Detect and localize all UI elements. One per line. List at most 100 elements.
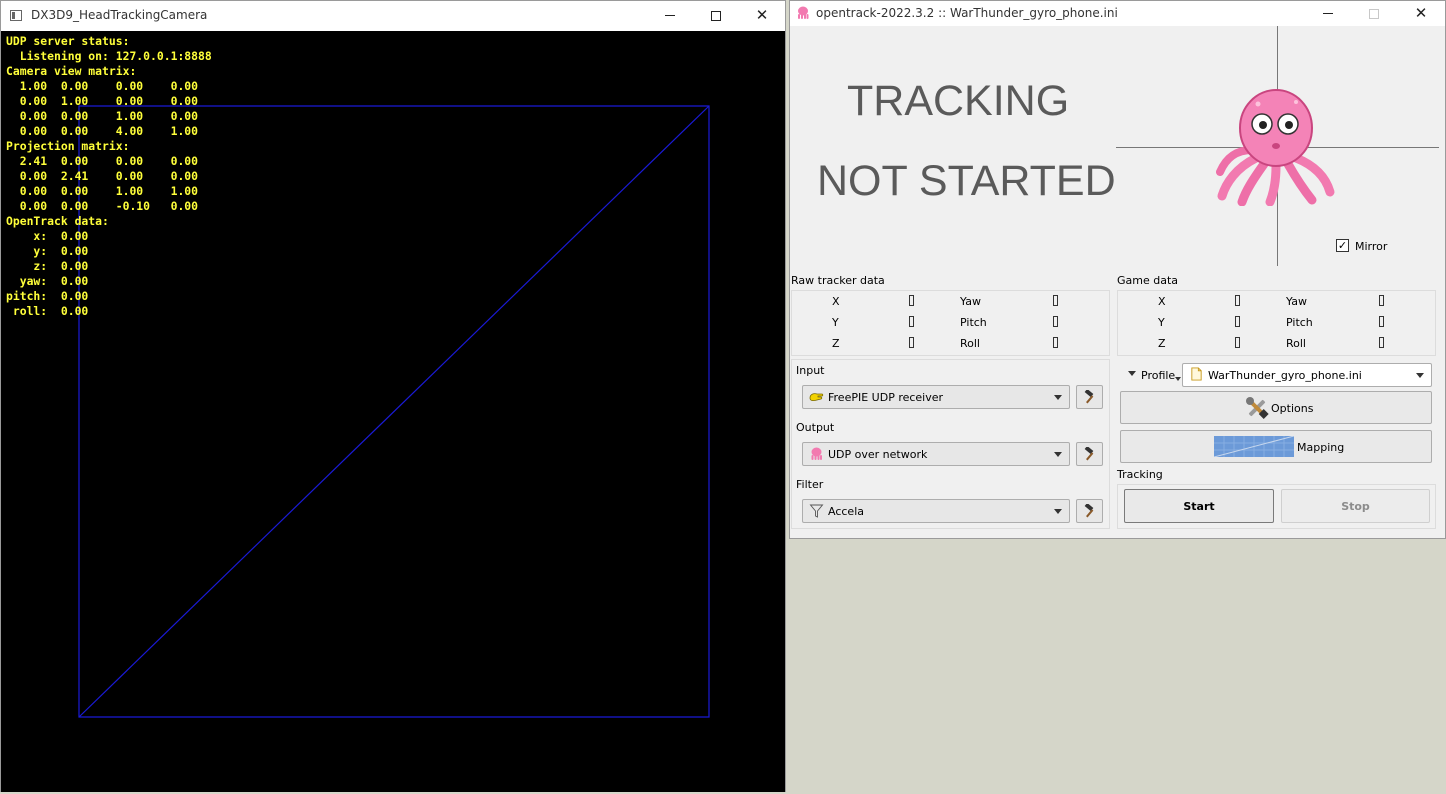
overlay-line: OpenTrack data: bbox=[6, 214, 109, 228]
start-button[interactable]: Start bbox=[1124, 489, 1274, 523]
chevron-down-icon bbox=[1416, 373, 1424, 378]
filter-settings-button[interactable] bbox=[1076, 499, 1103, 523]
raw-roll-label: Roll bbox=[960, 337, 980, 350]
maximize-button[interactable] bbox=[693, 1, 739, 31]
game-x-label: X bbox=[1158, 295, 1166, 308]
output-select[interactable]: UDP over network bbox=[802, 442, 1070, 466]
game-yaw-value bbox=[1379, 295, 1384, 306]
input-label: Input bbox=[796, 364, 825, 377]
overlay-line: x: 0.00 bbox=[6, 229, 89, 243]
tools-icon bbox=[1246, 397, 1269, 419]
tracking-status-line2: NOT STARTED bbox=[817, 157, 1116, 205]
camera-window-titlebar[interactable]: DX3D9_HeadTrackingCamera ✕ bbox=[1, 1, 785, 31]
close-button[interactable]: ✕ bbox=[739, 1, 785, 31]
game-pitch-label: Pitch bbox=[1286, 316, 1313, 329]
input-select-value: FreePIE UDP receiver bbox=[828, 391, 944, 404]
file-icon bbox=[1191, 367, 1202, 381]
overlay-line: Camera view matrix: bbox=[6, 64, 137, 78]
funnel-icon bbox=[809, 504, 824, 518]
opentrack-window-title: opentrack-2022.3.2 :: WarThunder_gyro_ph… bbox=[816, 6, 1118, 20]
raw-x-value bbox=[909, 295, 914, 306]
mapping-curve-icon bbox=[1214, 436, 1294, 457]
game-roll-value bbox=[1379, 337, 1384, 348]
options-label: Options bbox=[1271, 402, 1314, 415]
overlay-line: 0.00 0.00 -0.10 0.00 bbox=[6, 199, 199, 213]
close-button[interactable]: ✕ bbox=[1398, 1, 1444, 26]
profile-label[interactable]: Profile bbox=[1141, 369, 1175, 382]
raw-pitch-label: Pitch bbox=[960, 316, 987, 329]
chevron-down-icon bbox=[1054, 452, 1062, 457]
output-settings-button[interactable] bbox=[1076, 442, 1103, 466]
output-select-value: UDP over network bbox=[828, 448, 928, 461]
raw-x-label: X bbox=[832, 295, 840, 308]
game-roll-label: Roll bbox=[1286, 337, 1306, 350]
tracking-status-line1: TRACKING bbox=[847, 77, 1070, 125]
overlay-line: Listening on: 127.0.0.1:8888 bbox=[6, 49, 212, 63]
tracking-group: Start Stop bbox=[1117, 484, 1436, 529]
game-yaw-label: Yaw bbox=[1286, 295, 1307, 308]
raw-pitch-value bbox=[1053, 316, 1058, 327]
profile-dropdown-icon[interactable] bbox=[1175, 377, 1181, 381]
game-pitch-value bbox=[1379, 316, 1384, 327]
game-z-value bbox=[1235, 337, 1240, 348]
pose-preview bbox=[1116, 26, 1444, 266]
close-icon: ✕ bbox=[755, 6, 769, 24]
filter-select[interactable]: Accela bbox=[802, 499, 1070, 523]
hammer-icon bbox=[1084, 388, 1093, 404]
octopus-icon bbox=[798, 6, 809, 19]
input-select[interactable]: FreePIE UDP receiver bbox=[802, 385, 1070, 409]
profile-menu-arrow-icon[interactable] bbox=[1128, 371, 1136, 376]
overlay-line: 0.00 1.00 0.00 0.00 bbox=[6, 94, 199, 108]
overlay-line: y: 0.00 bbox=[6, 244, 89, 258]
profile-select[interactable]: WarThunder_gyro_phone.ini bbox=[1182, 363, 1432, 387]
raw-yaw-value bbox=[1053, 295, 1058, 306]
maximize-icon bbox=[711, 10, 721, 21]
hammer-icon bbox=[1084, 502, 1093, 518]
overlay-line: yaw: 0.00 bbox=[6, 274, 89, 288]
stop-label: Stop bbox=[1341, 500, 1370, 513]
input-settings-button[interactable] bbox=[1076, 385, 1103, 409]
overlay-line: z: 0.00 bbox=[6, 259, 89, 273]
raw-tracker-title: Raw tracker data bbox=[791, 274, 885, 287]
game-y-value bbox=[1235, 316, 1240, 327]
raw-tracker-group: X Y Z Yaw Pitch Roll bbox=[791, 290, 1110, 356]
minimize-icon bbox=[665, 15, 675, 16]
chevron-down-icon bbox=[1054, 509, 1062, 514]
game-y-label: Y bbox=[1158, 316, 1165, 329]
mirror-label: Mirror bbox=[1355, 240, 1388, 253]
render-viewport: UDP server status: Listening on: 127.0.0… bbox=[1, 31, 785, 792]
filter-label: Filter bbox=[796, 478, 824, 491]
game-data-group: X Y Z Yaw Pitch Roll bbox=[1117, 290, 1436, 356]
overlay-line: Projection matrix: bbox=[6, 139, 130, 153]
overlay-line: 0.00 0.00 1.00 0.00 bbox=[6, 109, 199, 123]
raw-y-label: Y bbox=[832, 316, 839, 329]
minimize-button[interactable] bbox=[1305, 1, 1351, 26]
profile-select-value: WarThunder_gyro_phone.ini bbox=[1208, 369, 1362, 382]
overlay-line: 0.00 2.41 0.00 0.00 bbox=[6, 169, 199, 183]
raw-z-value bbox=[909, 337, 914, 348]
tracking-group-label: Tracking bbox=[1117, 468, 1163, 481]
mirror-checkbox[interactable]: ✓ bbox=[1336, 239, 1349, 252]
overlay-line: 2.41 0.00 0.00 0.00 bbox=[6, 154, 199, 168]
options-button[interactable]: Options bbox=[1120, 391, 1432, 424]
maximize-button bbox=[1351, 1, 1397, 26]
overlay-line: roll: 0.00 bbox=[6, 304, 89, 318]
game-z-label: Z bbox=[1158, 337, 1166, 350]
raw-roll-value bbox=[1053, 337, 1058, 348]
debug-overlay-text: UDP server status: Listening on: 127.0.0… bbox=[6, 34, 212, 319]
start-label: Start bbox=[1183, 500, 1215, 513]
mapping-button[interactable]: Mapping bbox=[1120, 430, 1432, 463]
output-label: Output bbox=[796, 421, 835, 434]
minimize-icon bbox=[1323, 13, 1333, 14]
opentrack-titlebar[interactable]: opentrack-2022.3.2 :: WarThunder_gyro_ph… bbox=[790, 1, 1445, 26]
filter-select-value: Accela bbox=[828, 505, 864, 518]
game-x-value bbox=[1235, 295, 1240, 306]
overlay-line: 1.00 0.00 0.00 0.00 bbox=[6, 79, 199, 93]
octopus-icon bbox=[1216, 89, 1335, 206]
hammer-icon bbox=[1084, 445, 1093, 461]
chevron-down-icon bbox=[1054, 395, 1062, 400]
modules-group: Input FreePIE UDP receiver Output UDP ov… bbox=[791, 359, 1110, 529]
overlay-line: pitch: 0.00 bbox=[6, 289, 89, 303]
overlay-line: UDP server status: bbox=[6, 34, 130, 48]
minimize-button[interactable] bbox=[647, 1, 693, 31]
